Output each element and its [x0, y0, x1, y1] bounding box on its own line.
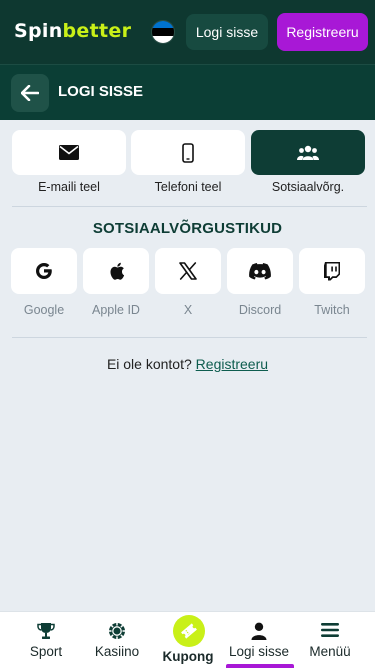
nav-menu-label: Menüü — [309, 644, 351, 659]
nav-login[interactable]: Logi sisse — [224, 612, 294, 668]
page-header: LOGI SISSE — [0, 64, 375, 120]
register-prompt-text: Ei ole kontot? — [106, 356, 192, 372]
register-link[interactable]: Registreeru — [196, 356, 268, 372]
discord-label: Discord — [238, 303, 282, 317]
nav-menu[interactable]: Menüü — [295, 612, 365, 668]
tab-social[interactable] — [251, 130, 365, 175]
google-icon — [36, 263, 52, 279]
twitch-label: Twitch — [314, 303, 350, 317]
google-button[interactable] — [11, 248, 77, 294]
google-label: Google — [23, 303, 65, 317]
trophy-icon — [37, 623, 55, 639]
tab-social-label: Sotsiaalvõrg. — [271, 180, 345, 194]
envelope-icon — [59, 145, 79, 160]
x-button[interactable] — [155, 248, 221, 294]
active-nav-indicator — [226, 664, 294, 668]
back-button[interactable] — [11, 74, 49, 112]
divider — [12, 206, 367, 207]
divider — [12, 337, 367, 338]
x-label: X — [183, 303, 193, 317]
login-button[interactable]: Logi sisse — [186, 14, 268, 50]
twitch-icon — [324, 262, 340, 281]
nav-kupong-label: Kupong — [162, 649, 214, 664]
logo-part-spin: Spin — [14, 20, 63, 42]
logo-part-better: better — [62, 20, 132, 42]
social-section-title: SOTSIAALVÕRGUSTIKUD — [92, 220, 283, 237]
apple-icon — [109, 262, 124, 280]
twitch-button[interactable] — [299, 248, 365, 294]
top-bar: Spinbetter Logi sisse Registreeru — [0, 0, 375, 64]
x-icon — [179, 262, 197, 280]
tab-email-label: E-maili teel — [38, 180, 100, 194]
tab-email[interactable] — [12, 130, 126, 175]
casino-chip-icon — [109, 623, 125, 639]
ticket-icon — [181, 623, 197, 639]
nav-casino[interactable]: Kasiino — [82, 612, 152, 668]
phone-icon — [182, 142, 194, 163]
users-icon — [297, 145, 319, 160]
apple-button[interactable] — [83, 248, 149, 294]
register-prompt: Ei ole kontot? Registreeru — [0, 356, 375, 372]
discord-icon — [249, 262, 271, 279]
nav-casino-label: Kasiino — [94, 644, 140, 659]
discord-button[interactable] — [227, 248, 293, 294]
nav-sport[interactable]: Sport — [11, 612, 81, 668]
register-button[interactable]: Registreeru — [277, 13, 368, 51]
page-title: LOGI SISSE — [58, 83, 144, 100]
language-flag-icon[interactable] — [151, 20, 175, 44]
tab-phone[interactable] — [131, 130, 245, 175]
tab-phone-label: Telefoni teel — [154, 180, 222, 194]
apple-label: Apple ID — [92, 303, 140, 317]
logo[interactable]: Spinbetter — [14, 20, 131, 42]
nav-login-label: Logi sisse — [228, 644, 290, 659]
menu-icon — [321, 623, 339, 637]
nav-sport-label: Sport — [29, 644, 63, 659]
user-icon — [251, 622, 267, 640]
arrow-left-icon — [21, 85, 39, 101]
nav-kupong[interactable] — [173, 615, 205, 647]
